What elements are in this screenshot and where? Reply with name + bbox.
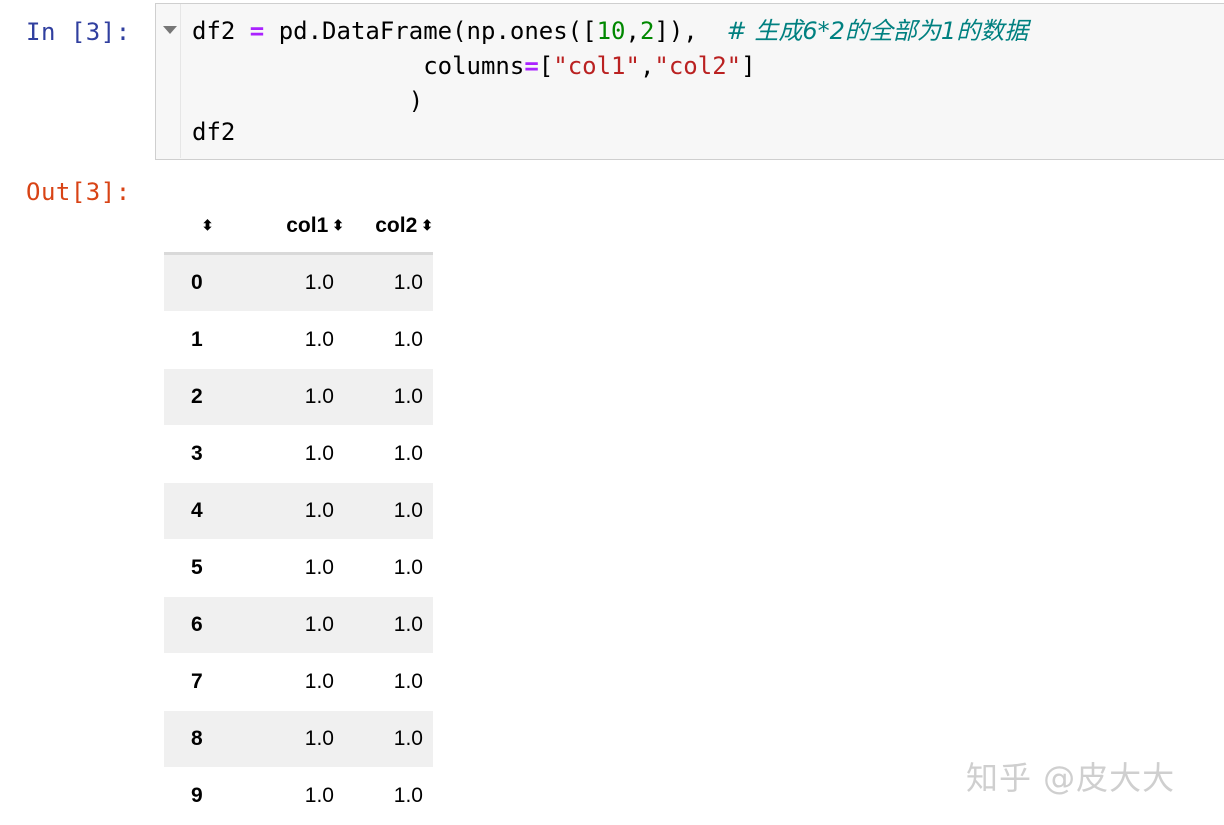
table-cell: 1.0 bbox=[304, 385, 334, 408]
row-index: 6 bbox=[191, 613, 203, 636]
code-comment: # 生成6*2的全部为1的数据 bbox=[726, 17, 1029, 45]
table-cell: 1.0 bbox=[393, 271, 423, 294]
row-index: 3 bbox=[191, 442, 203, 465]
code-line-4[interactable]: df2 bbox=[192, 115, 235, 149]
row-index: 8 bbox=[191, 727, 203, 750]
table-cell: 1.0 bbox=[304, 670, 334, 693]
row-index: 9 bbox=[191, 784, 203, 807]
sort-updown-icon[interactable]: ⬍ bbox=[202, 217, 214, 234]
table-cell: 1.0 bbox=[304, 613, 334, 636]
table-cell: 1.0 bbox=[393, 613, 423, 636]
row-index: 4 bbox=[191, 499, 203, 522]
table-cell: 1.0 bbox=[304, 556, 334, 579]
table-cell: 1.0 bbox=[304, 271, 334, 294]
table-row: 4 1.0 1.0 bbox=[164, 482, 433, 540]
header-col1[interactable]: col1 ⬍ bbox=[247, 200, 344, 254]
sort-updown-icon[interactable]: ⬍ bbox=[332, 217, 344, 234]
table-cell: 1.0 bbox=[393, 784, 423, 807]
collapse-arrow-icon[interactable] bbox=[163, 26, 177, 34]
input-prompt: In [3]: bbox=[26, 18, 131, 46]
table-cell: 1.0 bbox=[393, 385, 423, 408]
header-col2[interactable]: col2 ⬍ bbox=[344, 200, 433, 254]
code-line-2[interactable]: columns=["col1","col2"] bbox=[192, 49, 755, 83]
row-index: 2 bbox=[191, 385, 203, 408]
table-row: 6 1.0 1.0 bbox=[164, 596, 433, 654]
row-index: 0 bbox=[191, 271, 203, 294]
table-cell: 1.0 bbox=[393, 727, 423, 750]
table-row: 7 1.0 1.0 bbox=[164, 654, 433, 711]
table-row: 0 1.0 1.0 bbox=[164, 253, 433, 312]
row-index: 5 bbox=[191, 556, 203, 579]
table-cell: 1.0 bbox=[393, 670, 423, 693]
sort-updown-icon[interactable]: ⬍ bbox=[421, 217, 433, 234]
table-header-row: ⬍ col1 ⬍ col2 ⬍ bbox=[164, 200, 433, 254]
table-cell: 1.0 bbox=[393, 556, 423, 579]
table-row: 1 1.0 1.0 bbox=[164, 312, 433, 369]
table-cell: 1.0 bbox=[304, 784, 334, 807]
code-line-3[interactable]: ) bbox=[192, 84, 423, 118]
dataframe-table: ⬍ col1 ⬍ col2 ⬍ 0 1.0 1.0 1 1.0 1.0 2 1.0 1.0 3 1.0 1… bbox=[164, 200, 433, 825]
table-cell: 1.0 bbox=[393, 499, 423, 522]
watermark: 知乎 @皮大大 bbox=[966, 759, 1176, 797]
cell-gutter-divider bbox=[180, 4, 181, 158]
code-line-1[interactable]: df2 = pd.DataFrame(np.ones([10,2]), # 生成… bbox=[192, 14, 1028, 48]
table-cell: 1.0 bbox=[304, 442, 334, 465]
table-row: 8 1.0 1.0 bbox=[164, 710, 433, 768]
table-row: 9 1.0 1.0 bbox=[164, 768, 433, 825]
table-cell: 1.0 bbox=[304, 727, 334, 750]
header-index[interactable]: ⬍ bbox=[164, 200, 247, 254]
table-cell: 1.0 bbox=[393, 442, 423, 465]
table-row: 3 1.0 1.0 bbox=[164, 426, 433, 483]
dataframe-output: ⬍ col1 ⬍ col2 ⬍ 0 1.0 1.0 1 1.0 1.0 2 1.0 1.0 3 1.0 1… bbox=[164, 200, 433, 825]
row-index: 1 bbox=[191, 328, 203, 351]
table-cell: 1.0 bbox=[393, 328, 423, 351]
table-cell: 1.0 bbox=[304, 499, 334, 522]
row-index: 7 bbox=[191, 670, 203, 693]
output-prompt: Out[3]: bbox=[26, 178, 131, 206]
table-row: 2 1.0 1.0 bbox=[164, 368, 433, 426]
table-row: 5 1.0 1.0 bbox=[164, 540, 433, 597]
table-cell: 1.0 bbox=[304, 328, 334, 351]
